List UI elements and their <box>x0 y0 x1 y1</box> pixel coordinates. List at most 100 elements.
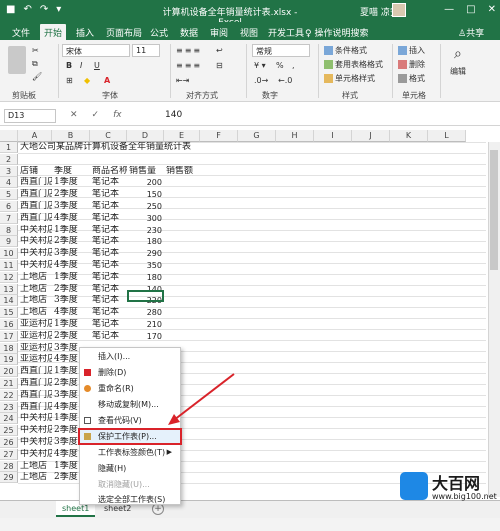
table-cell[interactable]: 1季度 <box>54 225 90 236</box>
row-header[interactable]: 24 <box>0 413 18 425</box>
table-cell[interactable]: 中关村店 <box>20 225 52 236</box>
table-cell[interactable]: 亚运村店 <box>20 343 52 354</box>
row-header[interactable]: 28 <box>0 460 18 472</box>
underline-button[interactable]: U <box>94 61 100 70</box>
search-icon[interactable]: ⌕ <box>454 46 462 62</box>
table-cell[interactable]: 中关村店 <box>20 248 52 259</box>
table-cell[interactable]: 西直门店 <box>20 177 52 188</box>
table-cell[interactable]: 笔记本 <box>92 213 127 224</box>
column-header[interactable]: J <box>352 130 390 142</box>
menu-item-select-all-sheets[interactable]: 选定全部工作表(S) <box>80 493 180 506</box>
table-cell[interactable]: 350 <box>129 260 164 271</box>
table-cell[interactable]: 笔记本 <box>92 225 127 236</box>
tab-developer[interactable]: 开发工具 <box>264 24 308 40</box>
row-header[interactable]: 16 <box>0 319 18 330</box>
table-cell[interactable]: 210 <box>129 319 164 330</box>
conditional-format-button[interactable]: 条件格式 <box>324 45 367 56</box>
row-header[interactable]: 13 <box>0 283 18 295</box>
italic-button[interactable]: I <box>80 61 82 70</box>
table-cell[interactable]: 笔记本 <box>92 272 127 283</box>
menu-item-protect-sheet[interactable]: 保护工作表(P)... <box>78 428 182 445</box>
row-header[interactable]: 4 <box>0 177 18 189</box>
table-cell[interactable]: 250 <box>129 201 164 212</box>
wrap-text-icon[interactable]: ↩ <box>216 46 223 55</box>
row-header[interactable]: 25 <box>0 425 18 437</box>
row-header[interactable]: 22 <box>0 389 18 401</box>
font-name-select[interactable]: 宋体 <box>62 44 130 57</box>
table-cell[interactable]: 上地店 <box>20 472 52 483</box>
font-size-select[interactable]: 11 <box>132 44 160 57</box>
column-header[interactable]: H <box>276 130 314 142</box>
delete-cells-button[interactable]: 删除 <box>398 59 425 70</box>
avatar[interactable] <box>392 3 406 17</box>
row-header[interactable]: 9 <box>0 236 18 248</box>
copy-icon[interactable]: ⧉ <box>32 59 38 69</box>
row-header[interactable]: 10 <box>0 248 18 260</box>
table-cell[interactable]: 上地店 <box>20 307 52 318</box>
menu-item-insert[interactable]: 插入(I)... <box>80 350 180 363</box>
row-header[interactable]: 29 <box>0 472 18 484</box>
fill-color-icon[interactable]: ◆ <box>84 76 90 85</box>
name-box[interactable]: D13 <box>4 109 56 123</box>
select-all-corner[interactable] <box>0 130 18 142</box>
row-header[interactable]: 21 <box>0 378 18 389</box>
tab-formulas[interactable]: 公式 <box>146 24 172 40</box>
row-header[interactable]: 3 <box>0 165 18 177</box>
format-cells-button[interactable]: 格式 <box>398 73 425 84</box>
close-button[interactable]: ✕ <box>488 4 496 15</box>
table-cell[interactable]: 笔记本 <box>92 307 127 318</box>
row-header[interactable]: 18 <box>0 342 18 354</box>
restore-button[interactable]: □ <box>466 4 475 15</box>
table-cell[interactable]: 西直门店 <box>20 390 52 401</box>
cell-styles-button[interactable]: 单元格样式 <box>324 73 375 84</box>
increase-decimal-icon[interactable]: .0→ <box>254 76 268 85</box>
paste-icon[interactable] <box>8 46 26 74</box>
row-header[interactable]: 27 <box>0 448 18 460</box>
tab-page-layout[interactable]: 页面布局 <box>102 24 146 40</box>
column-header[interactable]: A <box>18 130 52 142</box>
row-header[interactable]: 8 <box>0 224 18 236</box>
insert-cells-button[interactable]: 插入 <box>398 45 425 56</box>
table-cell[interactable]: 290 <box>129 248 164 259</box>
row-header[interactable]: 14 <box>0 295 18 307</box>
number-format-select[interactable]: 常规 <box>252 44 310 57</box>
undo-icon[interactable]: ↶ <box>23 4 31 15</box>
table-cell[interactable]: 4季度 <box>54 307 90 318</box>
table-cell[interactable]: 180 <box>129 272 164 283</box>
column-header[interactable]: L <box>428 130 466 142</box>
tab-home[interactable]: 开始 <box>40 24 67 40</box>
scrollbar-thumb[interactable] <box>490 150 498 270</box>
table-cell[interactable]: 笔记本 <box>92 295 127 306</box>
decrease-decimal-icon[interactable]: ←.0 <box>278 76 292 85</box>
row-header[interactable]: 2 <box>0 153 18 165</box>
table-cell[interactable]: 2季度 <box>54 189 90 200</box>
header-cell[interactable]: 销售额 <box>166 166 200 177</box>
table-cell[interactable]: 200 <box>129 177 164 188</box>
header-cell[interactable]: 店铺 <box>20 166 52 177</box>
table-cell[interactable]: 笔记本 <box>92 236 127 247</box>
menu-item-hide[interactable]: 隐藏(H) <box>80 462 180 475</box>
table-cell[interactable]: 上地店 <box>20 284 52 295</box>
tab-insert[interactable]: 插入 <box>72 24 98 40</box>
column-header[interactable]: K <box>390 130 428 142</box>
table-cell[interactable]: 2季度 <box>54 236 90 247</box>
row-header[interactable]: 1 <box>0 142 18 153</box>
row-header[interactable]: 26 <box>0 437 18 448</box>
column-header[interactable]: E <box>164 130 200 142</box>
font-color-icon[interactable]: A <box>104 76 110 85</box>
row-header[interactable]: 12 <box>0 271 18 283</box>
row-header[interactable]: 7 <box>0 212 18 224</box>
header-cell[interactable]: 季度 <box>54 166 90 177</box>
table-cell[interactable]: 西直门店 <box>20 213 52 224</box>
table-cell[interactable]: 亚运村店 <box>20 331 52 342</box>
tab-data[interactable]: 数据 <box>176 24 202 40</box>
table-cell[interactable]: 笔记本 <box>92 260 127 271</box>
save-icon[interactable]: ■ <box>6 4 15 15</box>
table-cell[interactable]: 西直门店 <box>20 366 52 377</box>
table-cell[interactable]: 笔记本 <box>92 201 127 212</box>
merge-icon[interactable]: ⊟ <box>216 61 223 70</box>
format-painter-icon[interactable]: 🖌 <box>32 72 42 81</box>
cut-icon[interactable]: ✂ <box>32 46 39 55</box>
formula-input[interactable]: 140 <box>165 110 182 120</box>
table-cell[interactable]: 中关村店 <box>20 449 52 460</box>
